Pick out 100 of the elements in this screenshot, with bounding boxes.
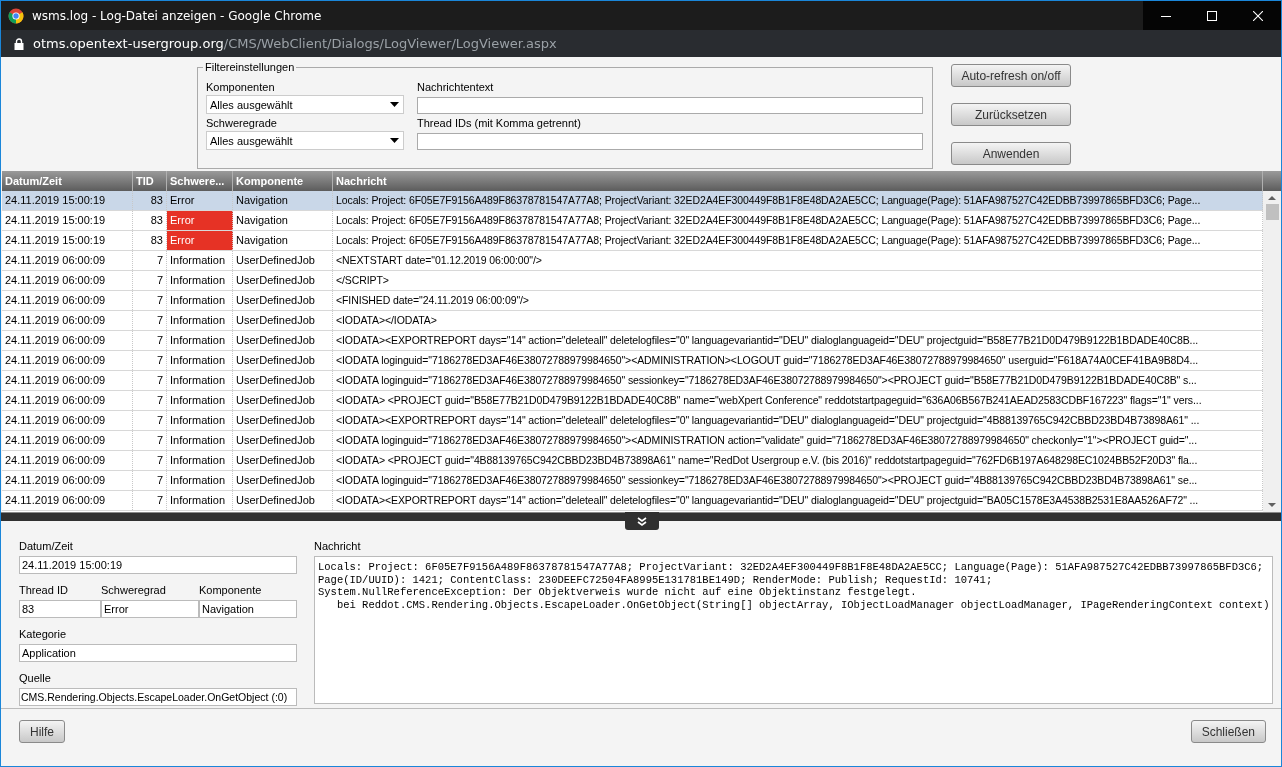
table-cell: 24.11.2019 15:00:19 (2, 211, 133, 230)
table-cell: 24.11.2019 06:00:09 (2, 411, 133, 430)
table-cell: Information (167, 371, 233, 390)
close-dialog-button[interactable]: Schließen (1190, 720, 1266, 743)
table-cell: Information (167, 311, 233, 330)
text-field[interactable]: CMS.Rendering.Objects.EscapeLoader.OnGetObject (:0) (19, 688, 297, 706)
help-button[interactable]: Hilfe (19, 720, 65, 743)
table-cell: 7 (133, 251, 167, 270)
table-row[interactable]: 24.11.2019 15:00:19 83 Error Navigation Locals: Project: 6F05E7F9156A489F86378781547A77A8; ProjectVariant: 32ED2A4EF300449F8B1F8E48DA2AE5CC; Language(Page): 51AFA987527C42EDBB73997865BFD3C6; Page... (2, 231, 1263, 251)
table-cell: UserDefinedJob (233, 491, 333, 510)
action-button[interactable]: Anwenden (951, 142, 1071, 165)
table-row[interactable] (2, 371, 1263, 391)
field-label: Nachricht (314, 539, 362, 554)
table-cell: Information (167, 351, 233, 370)
table-cell: UserDefinedJob (233, 311, 333, 330)
table-cell: 7 (133, 451, 167, 470)
table-cell: Information (167, 391, 233, 410)
close-icon (1253, 10, 1263, 21)
field-label: Schweregrade (206, 116, 278, 130)
table-row[interactable]: 24.11.2019 15:00:19 83 Error Navigation Locals: Project: 6F05E7F9156A489F86378781547A77A8; ProjectVariant: 32ED2A4EF300449F8B1F8E48DA2AE5CC; Language(Page): 51AFA987527C42EDBB73997865BFD3C6; Page... (2, 211, 1263, 231)
splitter-bar[interactable] (1, 512, 1281, 521)
table-cell: 7 (133, 351, 167, 370)
table-cell: Information (167, 291, 233, 310)
text-field[interactable]: 24.11.2019 15:00:19 (19, 556, 297, 574)
table-cell: Navigation (233, 191, 333, 210)
table-cell: 24.11.2019 15:00:19 (2, 191, 133, 210)
table-cell: 7 (133, 491, 167, 510)
caret-icon (390, 102, 399, 107)
table-cell: Information (167, 471, 233, 490)
table-row[interactable] (2, 331, 1263, 351)
table-row[interactable] (2, 471, 1263, 491)
table-row[interactable]: 24.11.2019 06:00:09 7 Information UserDefinedJob <NEXTSTART date="01.12.2019 06:00:00"/> (2, 251, 1263, 271)
table-cell: UserDefinedJob (233, 251, 333, 270)
field-label: Thread IDs (mit Komma getrennt) (417, 116, 582, 130)
table-row[interactable]: 24.11.2019 06:00:09 7 Information UserDefinedJob <IODATA></IODATA> (2, 311, 1263, 331)
table-cell: Error (167, 231, 233, 250)
table-cell: 24.11.2019 06:00:09 (2, 331, 133, 350)
input-field[interactable] (417, 97, 923, 114)
table-cell: 24.11.2019 06:00:09 (2, 431, 133, 450)
table-cell: 24.11.2019 06:00:09 (2, 391, 133, 410)
table-cell: 24.11.2019 06:00:09 (2, 291, 133, 310)
action-button[interactable]: Zurücksetzen (951, 103, 1071, 126)
table-cell: 7 (133, 471, 167, 490)
table-cell: 24.11.2019 06:00:09 (2, 491, 133, 510)
window-title: wsms.log - Log-Datei anzeigen - Google Chrome (32, 8, 322, 23)
table-cell: 24.11.2019 06:00:09 (2, 271, 133, 290)
table-row[interactable]: 24.11.2019 06:00:09 7 Information UserDefinedJob </SCRIPT> (2, 271, 1263, 291)
table-cell: 7 (133, 411, 167, 430)
dropdown[interactable]: Alles ausgewählt (206, 95, 404, 114)
text-field[interactable]: 83 (19, 600, 101, 618)
input-field[interactable] (417, 133, 923, 150)
table-cell: UserDefinedJob (233, 451, 333, 470)
table-cell: Information (167, 431, 233, 450)
scroll-down-icon[interactable] (1268, 502, 1276, 508)
maximize-icon (1207, 10, 1217, 21)
table-cell: 83 (133, 191, 167, 210)
field-label: Quelle (19, 671, 52, 686)
table-cell: Error (167, 211, 233, 230)
double-chevron-down-icon[interactable] (637, 516, 647, 526)
table-cell: Information (167, 451, 233, 470)
table-cell: UserDefinedJob (233, 391, 333, 410)
scroll-thumb[interactable] (1265, 204, 1279, 220)
scrollbar[interactable] (1263, 191, 1281, 512)
text-field[interactable]: Application (19, 644, 297, 662)
message-text-area[interactable]: Locals: Project: 6F05E7F9156A489F86378781547A77A8; ProjectVariant: 32ED2A4EF300449F8B1F8E48DA2AE5CC; Language(Page): 51AFA987527C42EDBB73997865BFD3C6; Page(ID/UUID): 1421; ContentClass: 230DEEFC72504FA8995E131781BE149D; RenderMode: Publish; RequestId: 10741; System.NullReferenceException: Der Objektverweis wurde nicht auf eine Objektinstanz festgelegt. bei Reddot.CMS.Rendering.Objects.EscapeLoader.OnGetObject(String[] objectArray, IObjectLoadManager objectLoadManager, IPageRenderingContext context) (314, 556, 1274, 704)
table-cell: 7 (133, 331, 167, 350)
table-cell: 7 (133, 431, 167, 450)
field-label: Schweregrad (101, 583, 167, 598)
table-row[interactable] (2, 491, 1263, 511)
collapse-handle[interactable] (625, 512, 659, 530)
table-row[interactable] (2, 451, 1263, 471)
table-row[interactable] (2, 391, 1263, 411)
dropdown[interactable]: Alles ausgewählt (206, 131, 404, 150)
table-row[interactable]: 24.11.2019 06:00:09 7 Information UserDefinedJob <FINISHED date="24.11.2019 06:00:09"/> (2, 291, 1263, 311)
table-cell: Information (167, 251, 233, 270)
table-cell: UserDefinedJob (233, 271, 333, 290)
field-label: Komponenten (206, 80, 276, 94)
scroll-up-icon[interactable] (1268, 195, 1276, 201)
table-cell: 24.11.2019 06:00:09 (2, 471, 133, 490)
group-label: Filtereinstellungen (203, 61, 297, 73)
lock-icon (14, 37, 24, 50)
table-row[interactable]: 24.11.2019 15:00:19 83 Error Navigation Locals: Project: 6F05E7F9156A489F86378781547A77A8; ProjectVariant: 32ED2A4EF300449F8B1F8E48DA2AE5CC; Language(Page): 51AFA987527C42EDBB73997865BFD3C6; Page... (2, 191, 1263, 211)
table-row[interactable] (2, 431, 1263, 451)
table-cell: Information (167, 491, 233, 510)
table-cell: 7 (133, 311, 167, 330)
browser-logo-icon (8, 7, 24, 24)
table-cell: 24.11.2019 06:00:09 (2, 451, 133, 470)
address-url[interactable]: otms.opentext-usergroup.org/CMS/WebClient/Dialogs/LogViewer/LogViewer.aspx (33, 36, 557, 51)
table-cell: Information (167, 411, 233, 430)
table-cell: Error (167, 191, 233, 210)
text-field[interactable]: Error (101, 600, 199, 618)
action-button[interactable]: Auto-refresh on/off (951, 64, 1071, 87)
table-cell: UserDefinedJob (233, 351, 333, 370)
table-cell: UserDefinedJob (233, 411, 333, 430)
text-field[interactable]: Navigation (199, 600, 297, 618)
table-cell: 24.11.2019 06:00:09 (2, 311, 133, 330)
table-row[interactable] (2, 411, 1263, 431)
table-cell: 7 (133, 271, 167, 290)
table-row[interactable]: 24.11.2019 06:00:09 7 Information UserDefinedJob <IODATA loginguid="7186278ED3AF46E38072788979984650"><ADMINISTRATION><LOGOUT guid="7186278ED3AF46E38072788979984650" userguid="F618A74A0CEF41BA9B8D4... (2, 351, 1263, 371)
field-label: Komponente (199, 583, 263, 598)
